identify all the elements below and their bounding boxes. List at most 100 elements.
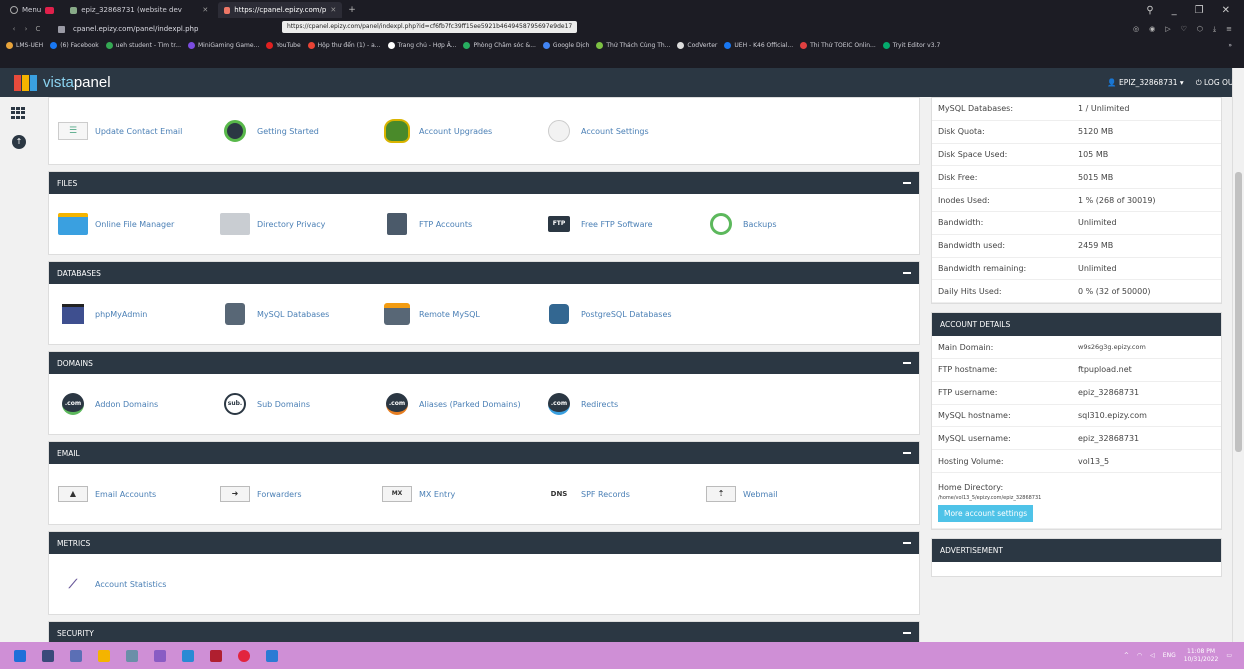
account-settings-link[interactable]: Account Settings — [543, 119, 705, 143]
bookmark-item[interactable]: YouTube — [266, 41, 301, 49]
stat-label: MySQL Databases: — [938, 104, 1014, 114]
wifi-icon[interactable]: ◠ — [1137, 652, 1142, 659]
vscode-icon[interactable] — [182, 649, 194, 662]
tab-close-icon[interactable]: ✕ — [330, 6, 336, 14]
account-label: Hosting Volume: — [938, 456, 1004, 466]
shield-icon[interactable]: ◉ — [1149, 25, 1155, 34]
addon-domains-link[interactable]: .com Addon Domains — [57, 392, 219, 416]
new-tab-icon[interactable]: + — [348, 5, 356, 15]
file-explorer-icon[interactable] — [98, 649, 110, 662]
getting-started-link[interactable]: Getting Started — [219, 119, 381, 143]
teams-icon[interactable] — [70, 649, 82, 662]
main-content: ☰ Update Contact Email Getting Started A… — [48, 97, 920, 651]
bookmark-item[interactable]: MiniGaming Game... — [188, 41, 259, 49]
bookmark-item[interactable]: CodVerter — [677, 41, 717, 49]
bookmark-item[interactable]: Phòng Chăm sóc &... — [463, 41, 536, 49]
scrollbar-thumb[interactable] — [1235, 172, 1242, 452]
play-icon[interactable]: ▷ — [1165, 25, 1170, 34]
phpmyadmin-link[interactable]: phpMyAdmin — [57, 302, 219, 326]
panel-header: METRICS — [49, 532, 919, 554]
collapse-icon[interactable] — [903, 632, 911, 634]
account-statistics-link[interactable]: ⟋ Account Statistics — [57, 572, 219, 596]
bookmark-item[interactable]: UEH - K46 Official... — [724, 41, 794, 49]
bookmark-item[interactable]: Thi Thử TOEIC Onlin... — [800, 41, 876, 49]
back-icon[interactable]: ‹ — [8, 25, 20, 33]
bookmark-favicon-icon — [188, 41, 195, 49]
forward-icon[interactable]: › — [20, 25, 32, 33]
panel-header: SECURITY — [49, 622, 919, 644]
redirects-link[interactable]: .com Redirects — [543, 392, 705, 416]
webmail-link[interactable]: ⇡ Webmail — [705, 482, 867, 506]
free-ftp-software-link[interactable]: FTP Free FTP Software — [543, 212, 705, 236]
mysql-databases-link[interactable]: MySQL Databases — [219, 302, 381, 326]
sub-domains-link[interactable]: sub. Sub Domains — [219, 392, 381, 416]
vistapanel-logo[interactable]: vistapanel — [14, 74, 111, 91]
tab-cpanel[interactable]: https://cpanel.epizy.com/p ✕ — [218, 2, 343, 18]
clock[interactable]: 11:08 PM 10/31/2022 — [1184, 648, 1219, 664]
item-label: Redirects — [581, 399, 619, 409]
language-indicator[interactable]: ENG — [1163, 652, 1176, 659]
app-icon[interactable] — [210, 649, 222, 662]
close-icon[interactable]: ✕ — [1222, 5, 1230, 16]
online-file-manager-link[interactable]: Online File Manager — [57, 212, 219, 236]
easy-setup-icon[interactable]: ≡ — [1226, 25, 1232, 34]
email-accounts-link[interactable]: ▲ Email Accounts — [57, 482, 219, 506]
notification-icon[interactable]: ▭ — [1226, 652, 1232, 659]
bookmark-label: Trang chủ - Hợp Â... — [397, 41, 457, 49]
bookmark-item[interactable]: Tryit Editor v3.7 — [882, 41, 940, 49]
word-icon[interactable] — [266, 649, 278, 662]
upload-icon[interactable]: ↑ — [12, 135, 26, 149]
remote-mysql-link[interactable]: Remote MySQL — [381, 302, 543, 326]
search-icon[interactable]: ⚲ — [1146, 5, 1153, 16]
stat-label: Bandwidth: — [938, 218, 984, 228]
stat-value: Unlimited — [1078, 263, 1117, 273]
visual-studio-icon[interactable] — [154, 649, 166, 662]
camera-icon[interactable]: ◎ — [1133, 25, 1139, 34]
chevron-up-icon[interactable]: ^ — [1124, 652, 1129, 659]
ftp-accounts-link[interactable]: FTP Accounts — [381, 212, 543, 236]
directory-privacy-link[interactable]: Directory Privacy — [219, 212, 381, 236]
apps-grid-icon[interactable] — [11, 107, 25, 119]
bookmark-item[interactable]: ueh student - Tìm tr... — [105, 41, 181, 49]
collapse-icon[interactable] — [903, 272, 911, 274]
collapse-icon[interactable] — [903, 452, 911, 454]
opera-taskbar-icon[interactable] — [238, 649, 250, 662]
bookmark-item[interactable]: (6) Facebook — [50, 41, 99, 49]
collapse-icon[interactable] — [903, 362, 911, 364]
minimize-icon[interactable]: _ — [1172, 5, 1177, 16]
bookmark-label: UEH - K46 Official... — [734, 41, 794, 49]
postgresql-databases-link[interactable]: PostgreSQL Databases — [543, 302, 705, 326]
bookmark-favicon-icon — [724, 41, 732, 49]
maximize-icon[interactable]: ❐ — [1195, 5, 1204, 16]
task-view-icon[interactable] — [42, 649, 54, 662]
reload-icon[interactable]: C — [32, 25, 44, 33]
volume-icon[interactable]: ◁ — [1150, 652, 1155, 659]
collapse-icon[interactable] — [903, 182, 911, 184]
bookmark-item[interactable]: Hộp thư đến (1) - a... — [307, 41, 381, 49]
forwarders-link[interactable]: ➜ Forwarders — [219, 482, 381, 506]
tab-close-icon[interactable]: ✕ — [202, 6, 208, 14]
backups-link[interactable]: Backups — [705, 212, 867, 236]
browser-menu-button[interactable]: Menu — [4, 6, 60, 14]
account-upgrades-link[interactable]: Account Upgrades — [381, 119, 543, 143]
bookmark-item[interactable]: Google Dịch — [542, 41, 589, 49]
spf-records-link[interactable]: DNS SPF Records — [543, 482, 705, 506]
download-icon[interactable]: ⤓ — [1213, 25, 1216, 34]
windows-start-icon[interactable] — [14, 649, 26, 662]
bookmarks-more-icon[interactable]: » — [1228, 42, 1244, 49]
url-field[interactable]: cpanel.epizy.com/panel/indexpl.php — [73, 25, 198, 33]
settings-icon[interactable] — [126, 649, 138, 662]
heart-icon[interactable]: ♡ — [1181, 25, 1187, 34]
aliases-link[interactable]: .com Aliases (Parked Domains) — [381, 392, 543, 416]
bookmark-item[interactable]: Trang chủ - Hợp Â... — [387, 41, 457, 49]
user-dropdown[interactable]: 👤 EPIZ_32868731 ▾ — [1107, 78, 1183, 87]
bookmark-item[interactable]: Thử Thách Cùng Th... — [596, 41, 670, 49]
page-scrollbar[interactable] — [1232, 68, 1244, 642]
more-account-settings-button[interactable]: More account settings — [938, 504, 1034, 522]
collapse-icon[interactable] — [903, 542, 911, 544]
mx-entry-link[interactable]: MX MX Entry — [381, 482, 543, 506]
cube-icon[interactable]: ⬡ — [1197, 25, 1203, 34]
bookmark-item[interactable]: LMS-UEH — [6, 41, 43, 49]
update-contact-email-link[interactable]: ☰ Update Contact Email — [57, 119, 219, 143]
tab-epiz[interactable]: epiz_32868731 (website dev ✕ — [64, 2, 214, 18]
